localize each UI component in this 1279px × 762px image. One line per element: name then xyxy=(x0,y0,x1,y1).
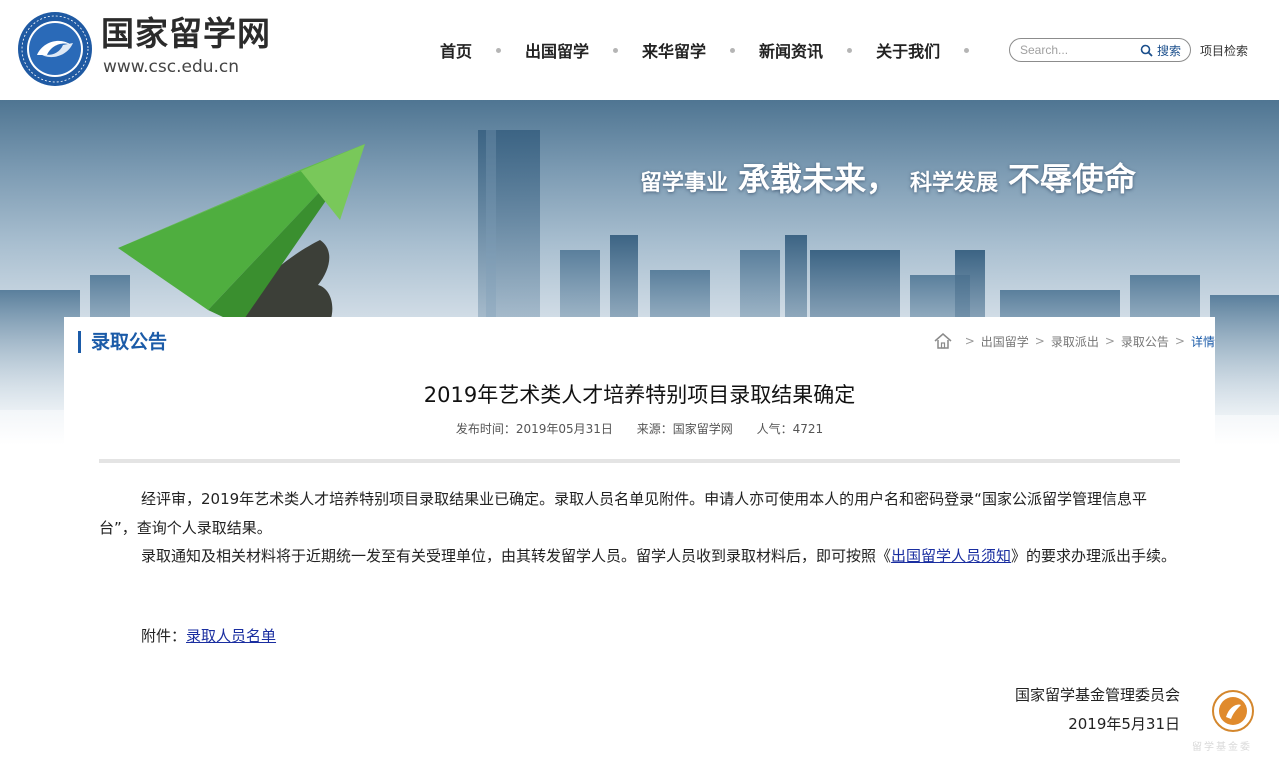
article-source: 来源：国家留学网 xyxy=(636,422,733,436)
slogan-part-2: 承载未来， xyxy=(738,160,899,198)
paragraph-2: 录取通知及相关材料将于近期统一发至有关受理单位，由其转发留学人员。留学人员收到录… xyxy=(99,542,1180,571)
breadcrumb-admission-notice[interactable]: 录取公告 xyxy=(1121,333,1169,350)
search-box: 搜索 xyxy=(1009,38,1191,62)
site-header: 国家留学网 www.csc.edu.cn 首页 出国留学 来华留学 新闻资讯 关… xyxy=(0,0,1279,100)
attachment-line: 附件：录取人员名单 xyxy=(141,625,276,646)
study-abroad-notice-link[interactable]: 出国留学人员须知 xyxy=(891,547,1011,565)
nav-separator-dot xyxy=(613,47,619,53)
breadcrumb: > 出国留学 > 录取派出 > 录取公告 > 详情 xyxy=(933,331,1215,351)
search-button[interactable]: 搜索 xyxy=(1140,42,1181,58)
section-title: 录取公告 xyxy=(78,331,167,353)
slogan-part-4: 不辱使命 xyxy=(1008,160,1137,198)
nav-separator-dot xyxy=(730,47,736,53)
admission-list-link[interactable]: 录取人员名单 xyxy=(186,627,276,645)
article-body: 经评审，2019年艺术类人才培养特别项目录取结果业已确定。录取人员名单见附件。申… xyxy=(99,485,1180,571)
article-meta: 发布时间：2019年05月31日 来源：国家留学网 人气：4721 xyxy=(64,420,1215,437)
nav-about-us[interactable]: 关于我们 xyxy=(860,38,956,62)
attachment-label: 附件： xyxy=(141,627,187,645)
site-url[interactable]: www.csc.edu.cn xyxy=(103,56,239,78)
paragraph-2-text: 录取通知及相关材料将于近期统一发至有关受理单位，由其转发留学人员。留学人员收到录… xyxy=(141,547,892,565)
search-input[interactable] xyxy=(1020,42,1130,58)
title-divider xyxy=(99,459,1180,463)
publish-date: 发布时间：2019年05月31日 xyxy=(455,422,613,436)
breadcrumb-admission-dispatch[interactable]: 录取派出 xyxy=(1051,333,1099,350)
paragraph-2-tail: 》的要求办理派出手续。 xyxy=(1011,547,1177,565)
slogan-part-1: 留学事业 xyxy=(640,170,729,196)
main-nav: 首页 出国留学 来华留学 新闻资讯 关于我们 xyxy=(424,36,977,64)
search-button-label: 搜索 xyxy=(1157,43,1182,58)
breadcrumb-separator: > xyxy=(1104,334,1115,348)
banner-slogan: 留学事业 承载未来， 科学发展 不辱使命 xyxy=(640,154,1136,200)
csc-logo-emblem[interactable] xyxy=(17,11,93,87)
project-search-link[interactable]: 项目检索 xyxy=(1200,42,1248,59)
corner-watermark-text: 留学基金委 xyxy=(1192,742,1252,753)
nav-study-in-china[interactable]: 来华留学 xyxy=(626,38,722,62)
search-icon xyxy=(1140,44,1153,57)
nav-separator-dot xyxy=(496,47,502,53)
signature-organization: 国家留学基金管理委员会 xyxy=(1014,686,1180,704)
nav-home[interactable]: 首页 xyxy=(424,38,488,62)
site-title[interactable]: 国家留学网 xyxy=(101,14,271,54)
nav-news[interactable]: 新闻资讯 xyxy=(743,38,839,62)
breadcrumb-separator: > xyxy=(1174,334,1185,348)
main-content: 录取公告 > 出国留学 > 录取派出 > 录取公告 > 详情 2019年艺术类人… xyxy=(64,317,1215,762)
nav-separator-dot xyxy=(964,47,970,53)
breadcrumb-separator: > xyxy=(964,334,975,348)
breadcrumb-separator: > xyxy=(1034,334,1045,348)
seal-icon[interactable] xyxy=(1211,689,1255,733)
home-icon[interactable] xyxy=(933,332,953,350)
slogan-part-3: 科学发展 xyxy=(910,170,999,196)
paragraph-1: 经评审，2019年艺术类人才培养特别项目录取结果业已确定。录取人员名单见附件。申… xyxy=(99,490,1147,537)
article-title: 2019年艺术类人才培养特别项目录取结果确定 xyxy=(423,383,856,407)
breadcrumb-current[interactable]: 详情 xyxy=(1191,333,1215,350)
view-count: 人气：4721 xyxy=(756,422,824,436)
nav-study-abroad[interactable]: 出国留学 xyxy=(509,38,605,62)
nav-separator-dot xyxy=(847,47,853,53)
breadcrumb-study-abroad[interactable]: 出国留学 xyxy=(981,333,1029,350)
signature-date: 2019年5月31日 xyxy=(1068,715,1180,733)
